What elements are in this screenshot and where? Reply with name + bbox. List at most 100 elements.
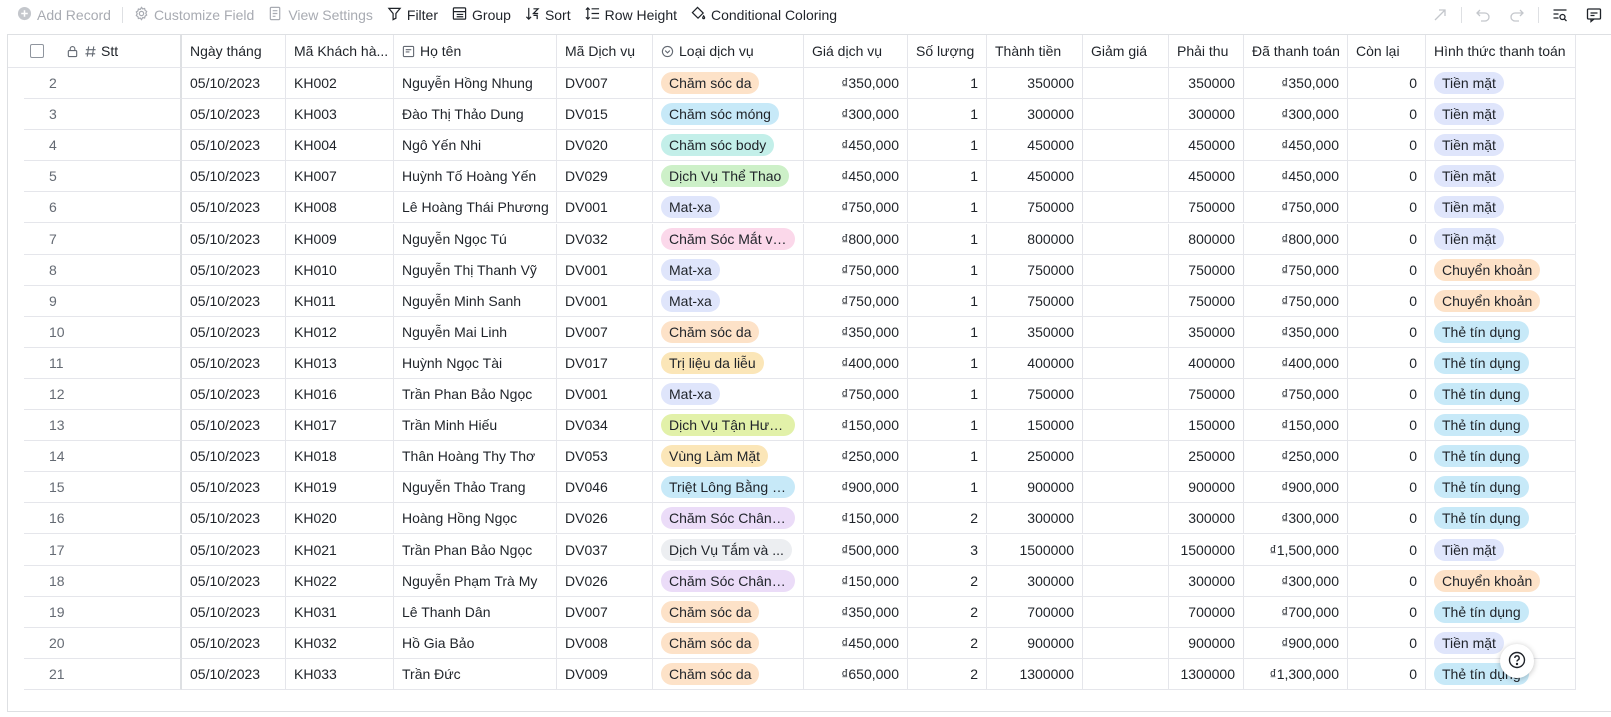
cell-paid[interactable]: ₫1,500,000 — [1244, 534, 1348, 566]
column-header[interactable]: Giá dịch vụ — [804, 35, 908, 68]
cell-remain[interactable]: 0 — [1348, 379, 1426, 410]
cell-stt[interactable]: 20 — [24, 627, 182, 659]
cell-due[interactable]: 1500000 — [1169, 534, 1244, 566]
share-icon[interactable] — [1423, 1, 1457, 29]
cell-type[interactable]: Chăm sóc da — [653, 316, 804, 348]
cell-discount[interactable] — [1083, 161, 1169, 193]
cell-qty[interactable]: 1 — [908, 410, 987, 442]
cell-method[interactable]: Thẻ tín dụng — [1426, 596, 1576, 628]
cell-paid[interactable]: ₫450,000 — [1244, 130, 1348, 162]
cell-price[interactable]: ₫750,000 — [804, 254, 908, 286]
cell-remain[interactable]: 0 — [1348, 316, 1426, 348]
add-record-button[interactable]: Add Record — [10, 2, 118, 28]
cell-date[interactable]: 05/10/2023 — [182, 192, 286, 224]
cell-dv[interactable]: DV007 — [557, 68, 653, 99]
cell-discount[interactable] — [1083, 130, 1169, 162]
cell-qty[interactable]: 1 — [908, 99, 987, 131]
cell-stt[interactable]: 5 — [24, 161, 182, 193]
cell-total[interactable]: 450000 — [987, 161, 1083, 193]
cell-dv[interactable]: DV032 — [557, 223, 653, 255]
cell-due[interactable]: 300000 — [1169, 565, 1244, 597]
cell-dv[interactable]: DV026 — [557, 565, 653, 597]
cell-discount[interactable] — [1083, 565, 1169, 597]
cell-kh[interactable]: KH019 — [286, 472, 394, 504]
table-row[interactable]: 11 05/10/2023 KH013 Huỳnh Ngọc Tài DV017 Trị … — [24, 347, 1576, 379]
row-height-button[interactable]: Row Height — [578, 2, 684, 28]
cell-paid[interactable]: ₫350,000 — [1244, 68, 1348, 99]
cell-price[interactable]: ₫250,000 — [804, 441, 908, 473]
cell-qty[interactable]: 1 — [908, 379, 987, 410]
cell-stt[interactable]: 4 — [24, 130, 182, 162]
cell-remain[interactable]: 0 — [1348, 658, 1426, 690]
cell-date[interactable]: 05/10/2023 — [182, 285, 286, 317]
cell-remain[interactable]: 0 — [1348, 223, 1426, 255]
cell-remain[interactable]: 0 — [1348, 68, 1426, 99]
cell-dv[interactable]: DV001 — [557, 254, 653, 286]
table-row[interactable]: 16 05/10/2023 KH020 Hoàng Hồng Ngọc DV026 Chă… — [24, 503, 1576, 535]
cell-discount[interactable] — [1083, 472, 1169, 504]
cell-qty[interactable]: 3 — [908, 534, 987, 566]
cell-total[interactable]: 350000 — [987, 316, 1083, 348]
cell-discount[interactable] — [1083, 316, 1169, 348]
cell-type[interactable]: Chăm Sóc Chân v... — [653, 565, 804, 597]
cell-name[interactable]: Trần Phan Bảo Ngọc — [394, 379, 557, 410]
table-row[interactable]: 8 05/10/2023 KH010 Nguyễn Thị Thanh Vỹ DV001… — [24, 254, 1576, 286]
cell-qty[interactable]: 2 — [908, 596, 987, 628]
cell-kh[interactable]: KH016 — [286, 379, 394, 410]
cell-type[interactable]: Mat-xa — [653, 254, 804, 286]
cell-paid[interactable]: ₫400,000 — [1244, 347, 1348, 379]
cell-remain[interactable]: 0 — [1348, 410, 1426, 442]
column-header[interactable]: Ngày tháng — [182, 35, 286, 68]
cell-total[interactable]: 700000 — [987, 596, 1083, 628]
column-header[interactable]: Họ tên — [394, 35, 557, 68]
cell-dv[interactable]: DV001 — [557, 379, 653, 410]
cell-price[interactable]: ₫500,000 — [804, 534, 908, 566]
cell-type[interactable]: Mat-xa — [653, 379, 804, 410]
cell-type[interactable]: Chăm sóc da — [653, 627, 804, 659]
table-row[interactable]: 3 05/10/2023 KH003 Đào Thị Thảo Dung DV015 Ch… — [24, 99, 1576, 131]
cell-kh[interactable]: KH008 — [286, 192, 394, 224]
cell-method[interactable]: Chuyển khoản — [1426, 285, 1576, 317]
cell-stt[interactable]: 16 — [24, 503, 182, 535]
cell-date[interactable]: 05/10/2023 — [182, 130, 286, 162]
help-button[interactable] — [1500, 644, 1534, 678]
cell-dv[interactable]: DV046 — [557, 472, 653, 504]
cell-due[interactable]: 900000 — [1169, 627, 1244, 659]
cell-name[interactable]: Hoàng Hồng Ngọc — [394, 503, 557, 535]
cell-stt[interactable]: 6 — [24, 192, 182, 224]
comment-icon[interactable] — [1577, 1, 1611, 29]
cell-qty[interactable]: 1 — [908, 130, 987, 162]
cell-paid[interactable]: ₫150,000 — [1244, 410, 1348, 442]
cell-discount[interactable] — [1083, 410, 1169, 442]
cell-dv[interactable]: DV008 — [557, 627, 653, 659]
cell-method[interactable]: Chuyển khoản — [1426, 254, 1576, 286]
cell-qty[interactable]: 1 — [908, 254, 987, 286]
cell-stt[interactable]: 13 — [24, 410, 182, 442]
cell-stt[interactable]: 15 — [24, 472, 182, 504]
cell-price[interactable]: ₫400,000 — [804, 347, 908, 379]
cell-due[interactable]: 250000 — [1169, 441, 1244, 473]
cell-kh[interactable]: KH020 — [286, 503, 394, 535]
column-header[interactable]: Hình thức thanh toán — [1426, 35, 1576, 68]
cell-dv[interactable]: DV001 — [557, 285, 653, 317]
cell-paid[interactable]: ₫900,000 — [1244, 627, 1348, 659]
cell-name[interactable]: Nguyễn Minh Sanh — [394, 285, 557, 317]
cell-price[interactable]: ₫350,000 — [804, 596, 908, 628]
cell-type[interactable]: Chăm Sóc Chân v... — [653, 503, 804, 535]
cell-dv[interactable]: DV017 — [557, 347, 653, 379]
cell-kh[interactable]: KH009 — [286, 223, 394, 255]
select-all-checkbox[interactable] — [30, 44, 44, 58]
cell-paid[interactable]: ₫750,000 — [1244, 254, 1348, 286]
cell-type[interactable]: Mat-xa — [653, 285, 804, 317]
cell-qty[interactable]: 1 — [908, 472, 987, 504]
cell-discount[interactable] — [1083, 534, 1169, 566]
cell-method[interactable]: Tiền mặt — [1426, 161, 1576, 193]
column-header[interactable]: Giảm giá — [1083, 35, 1169, 68]
cell-due[interactable]: 900000 — [1169, 472, 1244, 504]
cell-price[interactable]: ₫750,000 — [804, 379, 908, 410]
cell-kh[interactable]: KH013 — [286, 347, 394, 379]
cell-qty[interactable]: 1 — [908, 347, 987, 379]
cell-remain[interactable]: 0 — [1348, 596, 1426, 628]
cell-due[interactable]: 750000 — [1169, 254, 1244, 286]
cell-name[interactable]: Huỳnh Tố Hoàng Yến — [394, 161, 557, 193]
